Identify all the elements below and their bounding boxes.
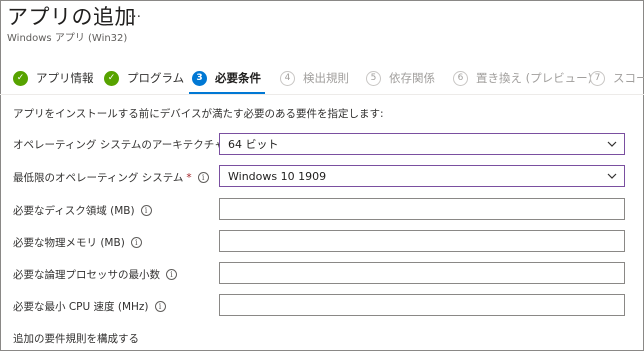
min-os-label-row: 最低限のオペレーティング システム * i — [13, 170, 209, 185]
additional-rules-heading: 追加の要件規則を構成する — [13, 333, 139, 345]
processors-input[interactable] — [219, 262, 625, 284]
required-marker: * — [186, 171, 192, 184]
more-options-button[interactable]: … — [128, 6, 142, 21]
checkmark-icon: ✓ — [13, 70, 28, 86]
step-number: 6 — [453, 70, 468, 86]
step-program[interactable]: ✓ プログラム — [104, 70, 184, 86]
page-title: アプリの追加 — [7, 5, 136, 29]
step-label: 依存関係 — [389, 71, 435, 85]
step-number: 3 — [192, 70, 207, 86]
min-os-label: 最低限のオペレーティング システム — [13, 172, 184, 184]
step-detection-rules[interactable]: 4 検出規則 — [280, 70, 349, 86]
step-number: 7 — [590, 70, 605, 86]
memory-label-row: 必要な物理メモリ (MB) i — [13, 235, 142, 250]
info-icon[interactable]: i — [166, 269, 177, 280]
cpu-speed-input[interactable] — [219, 294, 625, 316]
min-os-select[interactable]: Windows 10 1909 — [219, 165, 625, 187]
info-icon[interactable]: i — [197, 172, 209, 183]
page-subtitle: Windows アプリ (Win32) — [7, 33, 128, 44]
step-scope[interactable]: 7 スコープ — [590, 70, 644, 86]
processors-label: 必要な論理プロセッサの最小数 — [13, 269, 160, 281]
step-supersedence[interactable]: 6 置き換え (プレビュー) — [453, 70, 592, 86]
disk-space-input[interactable] — [219, 198, 625, 220]
info-icon[interactable]: i — [130, 237, 142, 248]
active-step-indicator — [189, 92, 265, 94]
processors-label-row: 必要な論理プロセッサの最小数 i — [13, 267, 177, 282]
info-icon[interactable]: i — [140, 205, 152, 216]
architecture-label: オペレーティング システムのアーキテクチャ — [13, 139, 225, 151]
cpu-speed-label-row: 必要な最小 CPU 速度 (MHz) i — [13, 299, 166, 314]
step-label: プログラム — [127, 71, 185, 85]
memory-label: 必要な物理メモリ (MB) — [13, 237, 125, 249]
step-label: 必要条件 — [215, 71, 261, 85]
checkmark-icon: ✓ — [104, 70, 119, 86]
chevron-down-icon — [607, 173, 617, 179]
step-number: 4 — [280, 70, 295, 86]
step-dependencies[interactable]: 5 依存関係 — [366, 70, 435, 86]
min-os-value: Windows 10 1909 — [228, 169, 327, 183]
architecture-value: 64 ビット — [228, 138, 279, 151]
memory-input[interactable] — [219, 230, 625, 252]
architecture-select[interactable]: 64 ビット — [219, 133, 625, 155]
step-app-info[interactable]: ✓ アプリ情報 — [13, 70, 94, 86]
wizard-steps: ✓ アプリ情報 ✓ プログラム 3 必要条件 4 検出規則 5 依存関係 6 置… — [0, 62, 644, 95]
disk-space-label-row: 必要なディスク領域 (MB) i — [13, 203, 152, 218]
step-label: アプリ情報 — [36, 71, 94, 85]
step-number: 5 — [366, 70, 381, 86]
step-requirements[interactable]: 3 必要条件 — [192, 70, 261, 86]
step-label: スコープ — [613, 71, 644, 85]
step-label: 置き換え (プレビュー) — [476, 71, 593, 85]
step-label: 検出規則 — [303, 71, 349, 85]
disk-space-label: 必要なディスク領域 (MB) — [13, 205, 135, 217]
form-description: アプリをインストールする前にデバイスが満たす必要のある要件を指定します: — [13, 108, 384, 120]
cpu-speed-label: 必要な最小 CPU 速度 (MHz) — [13, 301, 149, 313]
architecture-label-row: オペレーティング システムのアーキテクチャ * i — [13, 137, 250, 152]
info-icon[interactable]: i — [154, 301, 166, 312]
chevron-down-icon — [607, 141, 617, 147]
